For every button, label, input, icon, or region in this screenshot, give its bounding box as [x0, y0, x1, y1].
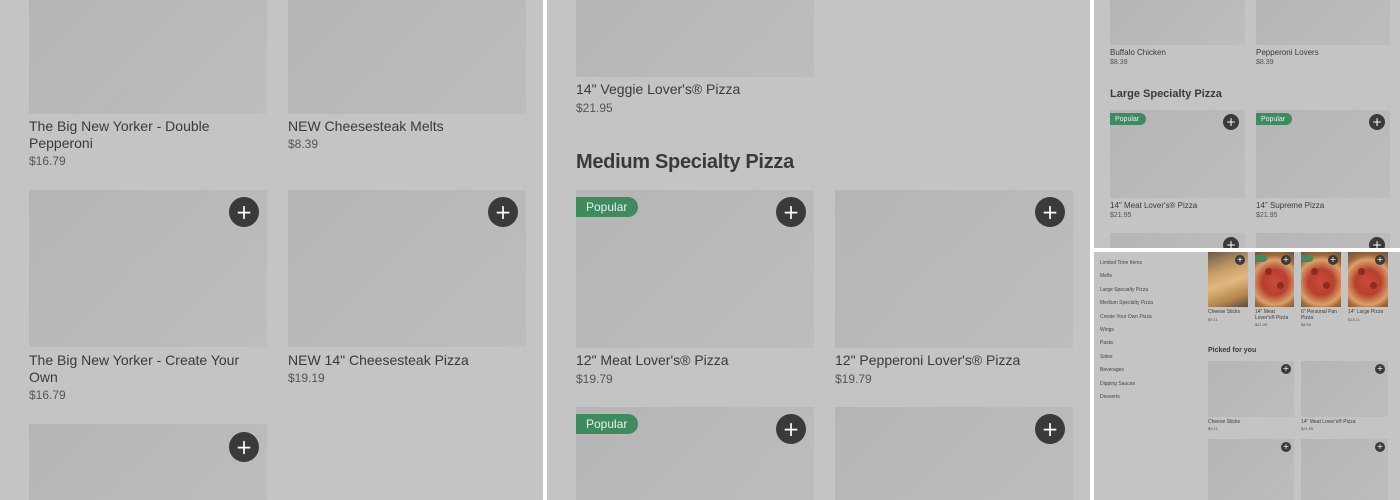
- product-name[interactable]: The Big New Yorker - Create Your Own: [29, 352, 259, 386]
- product-name[interactable]: 14" Veggie Lover's® Pizza: [576, 81, 811, 98]
- popular-badge: Popular: [1110, 113, 1147, 125]
- add-to-cart-button[interactable]: +: [1223, 237, 1239, 248]
- add-to-cart-button[interactable]: +: [1281, 442, 1291, 452]
- product-price: $16.79: [29, 388, 66, 402]
- product-name[interactable]: NEW Cheesesteak Melts: [288, 118, 518, 135]
- add-to-cart-button[interactable]: +: [1328, 255, 1338, 265]
- product-price: $21.95: [576, 101, 613, 115]
- add-to-cart-button[interactable]: +: [1035, 197, 1065, 227]
- product-name[interactable]: 14" Meat Lover's® Pizza: [1110, 201, 1197, 211]
- product-image[interactable]: [1256, 0, 1390, 45]
- popular-badge: Popular: [576, 197, 639, 217]
- category-link[interactable]: Sides: [1100, 354, 1113, 360]
- category-link[interactable]: Limited Time Items: [1100, 260, 1142, 266]
- product-name[interactable]: Cheese Sticks: [1208, 309, 1248, 315]
- product-name[interactable]: 12" Meat Lover's® Pizza: [576, 352, 811, 369]
- menu-panel-4: Limited Time Items Melts Large Specialty…: [1094, 252, 1400, 500]
- popular-badge: Popular: [576, 414, 639, 434]
- product-name[interactable]: 14" Large Pizza: [1348, 309, 1388, 315]
- add-to-cart-button[interactable]: +: [1375, 255, 1385, 265]
- menu-panel-1: The Big New Yorker - Double Pepperoni $1…: [0, 0, 543, 500]
- menu-panel-3: Buffalo Chicken $8.39 Pepperoni Lovers $…: [1094, 0, 1400, 248]
- add-to-cart-button[interactable]: +: [1223, 114, 1239, 130]
- section-title: Large Specialty Pizza: [1110, 88, 1222, 100]
- product-price: $8.39: [288, 137, 319, 151]
- product-price: $21.95: [1256, 212, 1278, 219]
- category-link[interactable]: Wings: [1100, 327, 1114, 333]
- category-link[interactable]: Large Specialty Pizza: [1100, 287, 1148, 293]
- product-image[interactable]: [29, 424, 267, 500]
- product-name[interactable]: 6" Personal Pan Pizza: [1301, 309, 1341, 321]
- product-price: $19.19: [288, 371, 325, 385]
- product-name[interactable]: 14" Meat Lover's® Pizza: [1301, 419, 1356, 425]
- product-price: $8.39: [1110, 59, 1128, 66]
- product-name[interactable]: NEW 14" Cheesesteak Pizza: [288, 352, 518, 369]
- product-name[interactable]: Cheese Sticks: [1208, 419, 1240, 425]
- product-price: $16.79: [29, 154, 66, 168]
- product-price: $8.39: [1256, 59, 1274, 66]
- section-title: Medium Specialty Pizza: [576, 151, 794, 173]
- category-link[interactable]: Medium Specialty Pizza: [1100, 300, 1153, 306]
- add-to-cart-button[interactable]: +: [1235, 255, 1245, 265]
- add-to-cart-button[interactable]: +: [1375, 364, 1385, 374]
- product-image[interactable]: [576, 0, 814, 77]
- product-image[interactable]: [1110, 0, 1245, 45]
- product-name[interactable]: 14" Supreme Pizza: [1256, 201, 1324, 211]
- popular-badge: [1255, 255, 1267, 262]
- product-price: $9.11: [1208, 426, 1218, 431]
- add-to-cart-button[interactable]: +: [776, 197, 806, 227]
- product-price: $18.11: [1348, 317, 1360, 322]
- category-link[interactable]: Create Your Own Pizza: [1100, 314, 1152, 320]
- product-name[interactable]: 14" Meat Lover's® Pizza: [1255, 309, 1295, 321]
- category-link[interactable]: Pasta: [1100, 340, 1113, 346]
- product-price: $19.79: [835, 372, 872, 386]
- category-link[interactable]: Dipping Sauces: [1100, 381, 1135, 387]
- add-to-cart-button[interactable]: +: [776, 414, 806, 444]
- section-title: Picked for you: [1208, 347, 1257, 354]
- product-name[interactable]: Buffalo Chicken: [1110, 48, 1166, 58]
- product-price: $9.11: [1208, 317, 1218, 322]
- product-image[interactable]: [288, 0, 526, 114]
- category-link[interactable]: Beverages: [1100, 367, 1124, 373]
- product-price: $19.79: [576, 372, 613, 386]
- add-to-cart-button[interactable]: +: [1281, 255, 1291, 265]
- add-to-cart-button[interactable]: +: [1281, 364, 1291, 374]
- product-price: $21.95: [1301, 426, 1314, 431]
- add-to-cart-button[interactable]: +: [488, 197, 518, 227]
- category-link[interactable]: Desserts: [1100, 394, 1120, 400]
- product-name[interactable]: The Big New Yorker - Double Pepperoni: [29, 118, 259, 152]
- popular-badge: [1301, 255, 1313, 262]
- product-price: $21.95: [1255, 322, 1268, 327]
- add-to-cart-button[interactable]: +: [229, 197, 259, 227]
- add-to-cart-button[interactable]: +: [1369, 114, 1385, 130]
- product-name[interactable]: 12" Pepperoni Lover's® Pizza: [835, 352, 1070, 369]
- popular-badge: Popular: [1256, 113, 1293, 125]
- product-image[interactable]: [29, 0, 267, 114]
- add-to-cart-button[interactable]: +: [1369, 237, 1385, 248]
- add-to-cart-button[interactable]: +: [1035, 414, 1065, 444]
- product-name[interactable]: Pepperoni Lovers: [1256, 48, 1319, 58]
- product-price: $21.95: [1110, 212, 1132, 219]
- category-link[interactable]: Melts: [1100, 273, 1112, 279]
- menu-panel-2: 14" Veggie Lover's® Pizza $21.95 Medium …: [547, 0, 1090, 500]
- add-to-cart-button[interactable]: +: [1375, 442, 1385, 452]
- add-to-cart-button[interactable]: +: [229, 432, 259, 462]
- product-price: $8.59: [1301, 322, 1312, 327]
